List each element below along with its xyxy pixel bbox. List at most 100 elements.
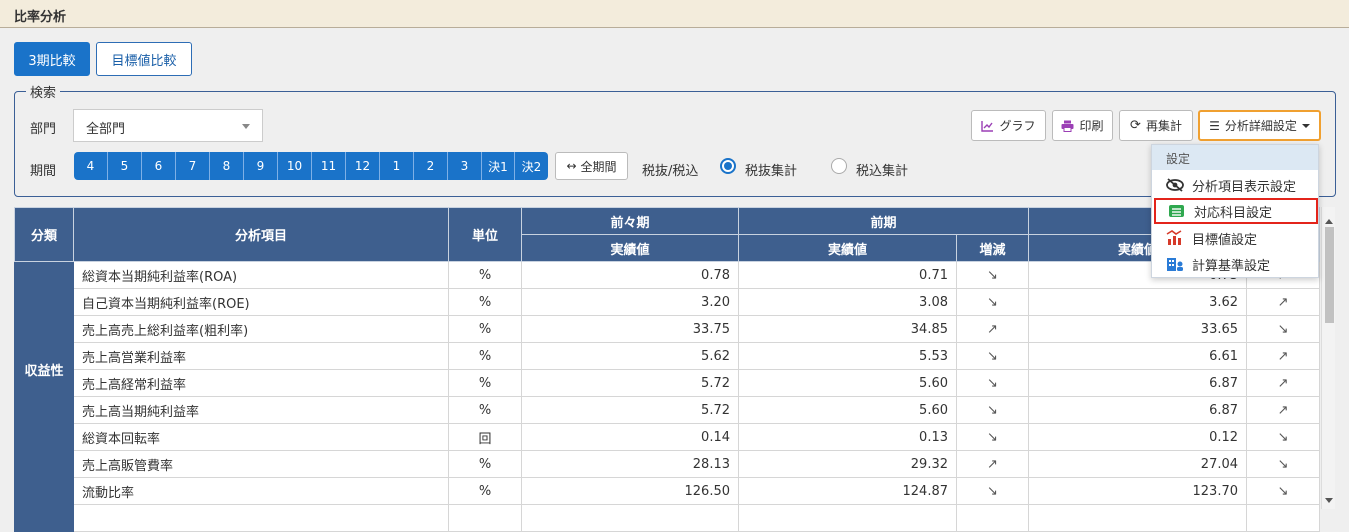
tax-excl-radio[interactable] (720, 158, 736, 174)
arrows-horizontal-icon: ↔ (566, 159, 577, 173)
value-cell: 33.65 (1028, 315, 1248, 343)
value-cell: 6.87 (1028, 396, 1248, 424)
period-button[interactable]: 7 (176, 152, 210, 180)
period-button[interactable]: 6 (142, 152, 176, 180)
period-button[interactable]: 3 (448, 152, 482, 180)
dept-select-value: 全部門 (86, 122, 126, 137)
menu-item-display-settings[interactable]: 分析項目表示設定 (1154, 172, 1318, 198)
trend-cell: ↘ (955, 477, 1030, 505)
trend-cell: ↗ (1246, 369, 1321, 397)
item-cell: 売上高営業利益率 (73, 342, 449, 370)
table-row: 売上高販管費率 % 28.13 29.32 ↗ 27.04 ↘ (15, 450, 1321, 478)
refresh-icon: ⟳ (1130, 118, 1141, 133)
period-button[interactable]: 2 (414, 152, 448, 180)
caret-down-icon (242, 124, 250, 129)
period-button[interactable]: 4 (74, 152, 108, 180)
scroll-thumb[interactable] (1325, 227, 1334, 323)
menu-item-calc-basis-settings[interactable]: 計算基準設定 (1154, 251, 1318, 277)
unit-cell (448, 504, 522, 532)
tab-3period-compare[interactable]: 3期比較 (14, 42, 90, 76)
dept-select[interactable]: 全部門 (73, 109, 263, 142)
period-button[interactable]: 11 (312, 152, 346, 180)
unit-cell: % (448, 342, 522, 370)
trend-cell: ↗ (955, 450, 1030, 478)
value-cell: 5.72 (521, 369, 739, 397)
scroll-up-icon[interactable] (1325, 219, 1333, 224)
all-period-button[interactable]: ↔ 全期間 (555, 152, 628, 180)
tax-label: 税抜/税込 (642, 164, 699, 179)
menu-item-target-settings[interactable]: 目標値設定 (1154, 225, 1318, 251)
menu-item-label: 目標値設定 (1192, 232, 1258, 248)
value-cell (521, 504, 739, 532)
all-period-label: 全期間 (580, 159, 617, 174)
caret-down-icon (1301, 123, 1310, 128)
value-cell: 3.08 (738, 288, 957, 316)
item-cell: 総資本回転率 (73, 423, 449, 451)
unit-cell: % (448, 315, 522, 343)
search-panel (14, 91, 1336, 197)
unit-cell: % (448, 450, 522, 478)
menu-item-label: 対応科目設定 (1194, 205, 1273, 221)
period-button[interactable]: 1 (380, 152, 414, 180)
dept-label: 部門 (30, 122, 57, 137)
tab-target-compare[interactable]: 目標値比較 (96, 42, 192, 76)
detail-settings-label: 分析詳細設定 (1224, 119, 1297, 133)
item-cell: 売上高当期純利益率 (73, 396, 449, 424)
period-button[interactable]: 9 (244, 152, 278, 180)
trend-cell: ↘ (955, 261, 1030, 289)
value-cell: 0.12 (1028, 423, 1248, 451)
trend-cell (1246, 504, 1321, 532)
period-button[interactable]: 8 (210, 152, 244, 180)
recalc-button[interactable]: ⟳ 再集計 (1119, 110, 1193, 141)
list-table-icon (1169, 205, 1184, 217)
menu-item-account-settings[interactable]: 対応科目設定 (1154, 198, 1318, 224)
category-cell: 収益性 (14, 261, 74, 478)
value-cell: 0.14 (521, 423, 739, 451)
period-button[interactable]: 12 (346, 152, 380, 180)
list-icon: ☰ (1209, 118, 1220, 133)
period-button[interactable]: 5 (108, 152, 142, 180)
period-button[interactable]: 10 (278, 152, 312, 180)
trend-cell: ↘ (1246, 477, 1321, 505)
detail-settings-button[interactable]: ☰ 分析詳細設定 (1198, 110, 1321, 141)
vertical-scrollbar[interactable] (1321, 207, 1335, 509)
value-cell: 0.13 (738, 423, 957, 451)
table-row: 収益性 総資本当期純利益率(ROA) % 0.78 0.71 ↘ 0.73 ↗ (14, 261, 1321, 478)
graph-label: グラフ (999, 119, 1036, 133)
trend-cell: ↘ (1246, 450, 1321, 478)
period-selector: 4 5 6 7 8 9 10 11 12 1 2 3 決1 決2 (74, 152, 548, 180)
value-cell: 123.70 (1028, 477, 1248, 505)
tax-incl-radio[interactable] (831, 158, 847, 174)
table-row: 総資本回転率 回 0.14 0.13 ↘ 0.12 ↘ (15, 423, 1321, 451)
eye-slash-icon (1166, 178, 1184, 192)
value-cell: 5.62 (521, 342, 739, 370)
value-cell: 6.87 (1028, 369, 1248, 397)
recalc-label: 再集計 (1145, 119, 1182, 133)
unit-cell: % (448, 288, 522, 316)
graph-button[interactable]: グラフ (971, 110, 1046, 141)
value-cell: 28.13 (521, 450, 739, 478)
trend-cell (955, 504, 1030, 532)
period-button[interactable]: 決1 (482, 152, 515, 180)
scroll-down-icon[interactable] (1325, 498, 1333, 503)
ratio-table: 分類 分析項目 単位 前々期 前期 当期 実績値 実績値 増減 実績値 増減 収… (14, 207, 1321, 532)
trend-cell: ↘ (955, 288, 1030, 316)
header-actual: 実績値 (738, 234, 957, 262)
building-user-icon (1167, 258, 1183, 271)
trend-cell: ↗ (955, 315, 1030, 343)
print-button[interactable]: 印刷 (1052, 110, 1113, 141)
value-cell: 33.75 (521, 315, 739, 343)
table-row: 売上高売上総利益率(粗利率) % 33.75 34.85 ↗ 33.65 ↘ (15, 315, 1321, 343)
value-cell (738, 504, 957, 532)
search-legend: 検索 (26, 82, 61, 101)
item-cell: 流動比率 (73, 477, 449, 505)
value-cell: 5.60 (738, 396, 957, 424)
item-cell: 自己資本当期純利益率(ROE) (73, 288, 449, 316)
trend-cell: ↘ (1246, 423, 1321, 451)
item-cell: 売上高経常利益率 (73, 369, 449, 397)
header-change: 増減 (955, 234, 1030, 262)
menu-header: 設定 (1152, 145, 1318, 170)
table-row: 売上高営業利益率 % 5.62 5.53 ↘ 6.61 ↗ (15, 342, 1321, 370)
value-cell: 6.61 (1028, 342, 1248, 370)
period-button[interactable]: 決2 (515, 152, 548, 180)
